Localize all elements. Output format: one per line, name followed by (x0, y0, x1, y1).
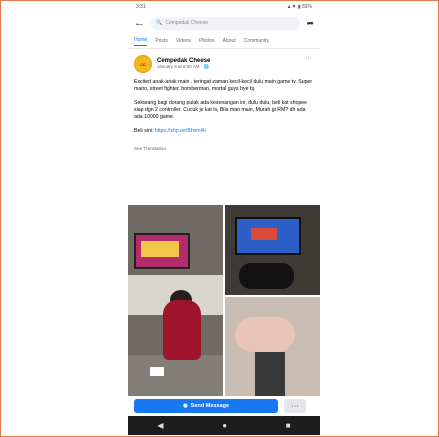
nav-back-icon[interactable]: ◀ (157, 421, 163, 430)
status-bar: 3:31 ▲▼ ▮ 83% (128, 2, 320, 12)
floor-image (128, 355, 223, 396)
search-text: Cempedak Cheese (165, 20, 209, 26)
messenger-icon: ◉ (182, 403, 188, 409)
cta-bar: ◉ Send Message ··· (128, 396, 320, 416)
post-meta: January 8 at 8:00 AM · 🌐 (157, 64, 210, 69)
tab-videos[interactable]: Videos (176, 38, 191, 44)
page-tabs: Home Posts Videos Photos About Community (128, 34, 320, 49)
tv-game-image (235, 217, 301, 255)
tab-home[interactable]: Home (134, 37, 148, 46)
tv-screen-image (134, 233, 190, 269)
nav-home-icon[interactable]: ● (222, 421, 227, 430)
tab-community[interactable]: Community (244, 38, 269, 44)
search-row: ← 🔍 Cempedak Cheese ➦ (128, 12, 320, 34)
send-message-button[interactable]: ◉ Send Message (134, 399, 278, 413)
tab-about[interactable]: About (223, 38, 236, 44)
photo-grid (128, 205, 320, 396)
share-icon[interactable]: ➦ (306, 18, 314, 29)
see-translation-link[interactable]: See Translation (128, 146, 320, 156)
photo-tv-controller[interactable] (225, 205, 320, 295)
shopee-link[interactable]: https://shp.ee/Bhvml4i (155, 128, 206, 134)
link-prefix: Beli sini: (134, 128, 154, 134)
search-input[interactable]: 🔍 Cempedak Cheese (151, 16, 301, 30)
back-arrow-icon[interactable]: ← (134, 17, 145, 29)
child-body-image (163, 300, 201, 360)
device-image (255, 352, 285, 396)
status-time: 3:31 (136, 4, 146, 10)
photo-child-playing[interactable] (128, 205, 223, 396)
nav-recent-icon[interactable]: ■ (286, 421, 291, 430)
android-nav-bar: ◀ ● ■ (128, 416, 320, 435)
more-options-icon[interactable]: ··· (305, 55, 312, 62)
post-body: Excited anak-anak main . teringat zaman … (128, 75, 320, 146)
hand-image (235, 317, 295, 352)
paper-image (150, 367, 164, 376)
send-message-label: Send Message (190, 403, 230, 409)
tab-photos[interactable]: Photos (199, 38, 215, 44)
more-button[interactable]: ··· (284, 399, 306, 413)
photo-hand-device[interactable] (225, 297, 320, 396)
post-paragraph-2: Sekarang bagi dorang pulak ada kesenanga… (134, 100, 308, 120)
controller-image (239, 263, 294, 289)
post-link-line: Beli sini: https://shp.ee/Bhvml4i (134, 128, 314, 135)
search-icon: 🔍 (156, 20, 163, 26)
phone-screen: 3:31 ▲▼ ▮ 83% ← 🔍 Cempedak Cheese ➦ Home… (128, 2, 320, 435)
tab-posts[interactable]: Posts (155, 38, 168, 44)
status-icons: ▲▼ ▮ 83% (286, 4, 312, 10)
avatar[interactable]: CC (134, 55, 152, 73)
post-paragraph-1: Excited anak-anak main . teringat zaman … (134, 79, 313, 92)
post-header: CC Cempedak Cheese January 8 at 8:00 AM … (128, 49, 320, 75)
